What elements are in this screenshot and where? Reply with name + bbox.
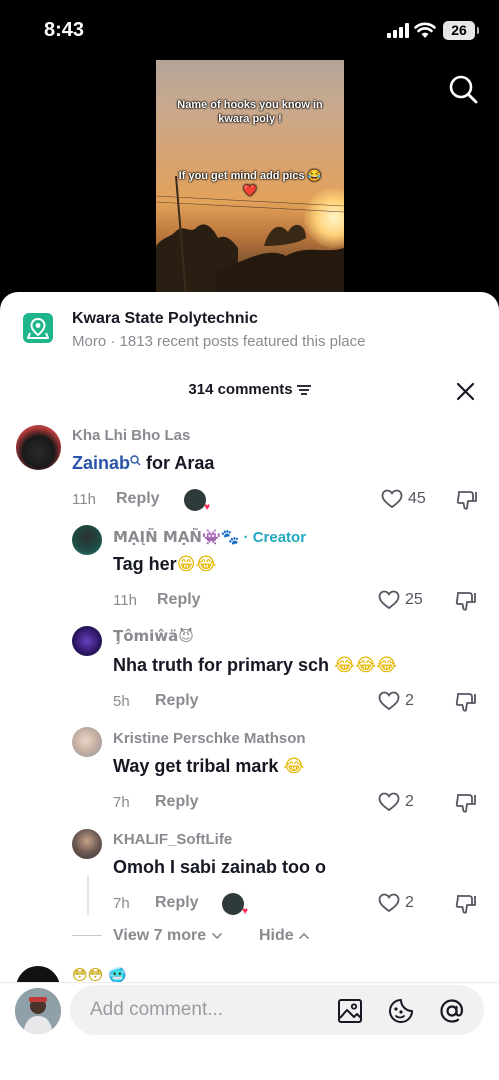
comment-text: Nha truth for primary sch 😂😂😂: [113, 655, 398, 676]
chevron-up-icon: [299, 932, 310, 940]
dislike-icon[interactable]: [455, 893, 477, 915]
reply-button[interactable]: Reply: [155, 692, 199, 710]
comment-username[interactable]: Kha Lhi Bho Las: [72, 427, 190, 444]
like-count: 2: [405, 793, 414, 810]
view-more-replies-button[interactable]: View 7 more: [113, 927, 223, 945]
like-count: 2: [405, 692, 414, 709]
cellular-signal-icon: [387, 23, 409, 38]
avatar[interactable]: [72, 525, 102, 555]
comment-time: 5h: [113, 693, 130, 710]
reply-button[interactable]: Reply: [155, 894, 199, 912]
chevron-down-icon: [211, 932, 222, 940]
heart-outline-icon[interactable]: [378, 792, 400, 812]
filter-icon: [296, 385, 311, 395]
dislike-icon[interactable]: [456, 489, 478, 511]
hide-replies-button[interactable]: Hide: [259, 927, 310, 945]
video-caption-line: kwara poly !: [218, 113, 282, 125]
like-count: 25: [405, 591, 423, 608]
comment-text: Omoh I sabi zainab too o: [113, 857, 327, 877]
avatar[interactable]: [16, 425, 61, 470]
heart-outline-icon[interactable]: [378, 590, 400, 610]
location-pin-icon: [23, 313, 53, 343]
dislike-icon[interactable]: [455, 792, 477, 814]
user-photo: [15, 988, 61, 1034]
status-time: 8:43: [44, 19, 85, 41]
comment-time: 11h: [113, 592, 137, 609]
divider: [72, 935, 102, 936]
creator-badge: Creator: [252, 529, 307, 546]
avatar[interactable]: [72, 829, 102, 859]
heart-icon: ♥: [204, 502, 210, 513]
reply-button[interactable]: Reply: [116, 490, 160, 508]
comment-username[interactable]: KHALIF_SoftLife: [113, 831, 232, 848]
wifi-icon: [414, 22, 436, 38]
dislike-icon[interactable]: [455, 590, 477, 612]
dislike-icon[interactable]: [455, 691, 477, 713]
image-icon[interactable]: [337, 998, 363, 1024]
heart-icon: ♥: [242, 906, 248, 917]
avatar[interactable]: [72, 727, 102, 757]
comment-text: Tag her😁😂: [113, 554, 217, 575]
search-icon: [130, 455, 141, 466]
comment-text: Way get tribal mark 😂: [113, 756, 305, 777]
comments-count-header[interactable]: 314 comments: [0, 381, 499, 398]
comments-count: 314 comments: [188, 381, 293, 398]
place-subtitle: Moro · 1813 recent posts featured this p…: [72, 333, 366, 350]
video-caption-line: If you get mind add pics 😂: [178, 170, 322, 182]
reply-button[interactable]: Reply: [155, 793, 199, 811]
like-count: 2: [405, 894, 414, 911]
close-icon[interactable]: [456, 382, 475, 401]
mention-link[interactable]: Zainab: [72, 453, 130, 473]
avatar[interactable]: [72, 626, 102, 656]
video-thumbnail[interactable]: Name of hooks you know in kwara poly ! I…: [156, 60, 344, 296]
thread-line: [87, 875, 89, 915]
avatar: [15, 988, 61, 1034]
video-caption-line: Name of hooks you know in: [177, 99, 323, 111]
emoji-sticker-icon[interactable]: [388, 998, 414, 1024]
comment-time: 7h: [113, 895, 130, 912]
comment-input[interactable]: [90, 985, 330, 1035]
comment-composer: [0, 982, 499, 1080]
heart-outline-icon[interactable]: [378, 691, 400, 711]
comment-input-box[interactable]: [70, 985, 484, 1035]
heart-outline-icon[interactable]: [378, 893, 400, 913]
reply-button[interactable]: Reply: [157, 591, 201, 609]
creator-liked-avatar: ♥: [222, 893, 248, 917]
comment-text: Zainab for Araa: [72, 453, 215, 473]
screen: 8:43 26 Name of hooks you know in kwara …: [0, 0, 499, 1080]
status-bar: 8:43 26: [0, 0, 499, 60]
comments-sheet: Kwara State Polytechnic Moro · 1813 rece…: [0, 292, 499, 1080]
heart-outline-icon[interactable]: [381, 489, 403, 509]
comment-username[interactable]: Kristine Perschke Mathson: [113, 730, 306, 747]
place-title: Kwara State Polytechnic: [72, 310, 258, 327]
search-icon[interactable]: [448, 74, 478, 104]
video-caption-heart: ❤️: [243, 184, 257, 197]
comment-time: 7h: [113, 794, 130, 811]
mention-icon[interactable]: [439, 998, 465, 1024]
comment-time: 11h: [72, 491, 96, 508]
comment-username[interactable]: MẠĮÑ MẠÑ👾🐾 · Creator: [113, 528, 306, 546]
creator-liked-avatar: ♥: [184, 489, 210, 513]
like-count: 45: [408, 490, 426, 507]
battery-icon: 26: [443, 21, 479, 40]
comment-username[interactable]: Ţômiŵä😈: [113, 627, 194, 645]
